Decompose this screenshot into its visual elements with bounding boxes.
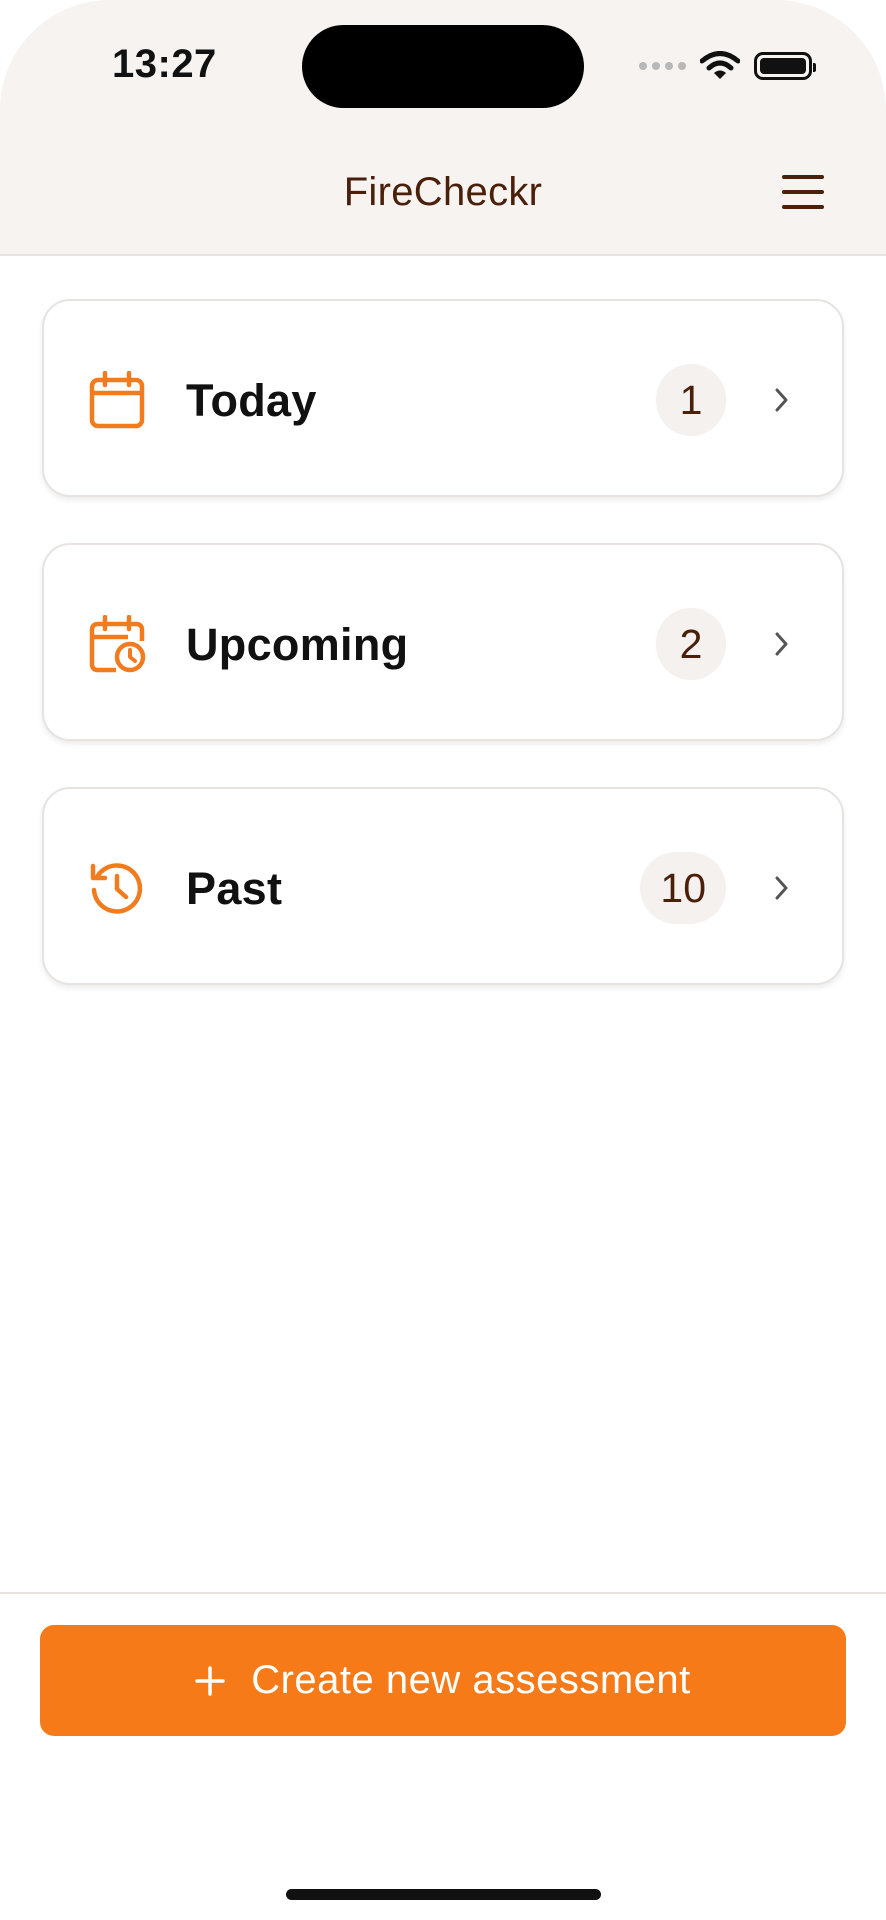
calendar-icon — [89, 371, 145, 429]
home-indicator[interactable] — [286, 1889, 601, 1900]
upcoming-card[interactable]: Upcoming 2 — [42, 543, 844, 741]
status-time: 13:27 — [112, 42, 217, 86]
create-assessment-label: Create new assessment — [251, 1658, 691, 1702]
upcoming-label: Upcoming — [186, 619, 409, 670]
today-count-badge: 1 — [656, 364, 726, 436]
chevron-right-icon — [775, 632, 788, 656]
past-card[interactable]: Past 10 — [42, 787, 844, 985]
chevron-right-icon — [775, 876, 788, 900]
screen: 13:27 FireCheckr Today 1 Upcoming 2 Past… — [0, 0, 886, 1920]
history-icon — [90, 863, 143, 914]
past-label: Past — [186, 863, 283, 914]
app-title: FireCheckr — [343, 170, 543, 214]
app-header: 13:27 FireCheckr — [0, 0, 886, 256]
chevron-right-icon — [775, 388, 788, 412]
upcoming-count-badge: 2 — [656, 608, 726, 680]
today-card[interactable]: Today 1 — [42, 299, 844, 497]
status-icons — [639, 48, 816, 84]
battery-icon — [754, 52, 816, 80]
dynamic-island — [302, 25, 584, 108]
past-count-badge: 10 — [640, 852, 726, 924]
wifi-icon — [700, 51, 740, 79]
today-label: Today — [186, 375, 317, 426]
create-assessment-button[interactable]: Create new assessment — [40, 1625, 846, 1736]
plus-icon — [195, 1665, 225, 1696]
signal-icon — [639, 62, 686, 70]
calendar-clock-icon — [89, 615, 146, 673]
hamburger-menu-icon[interactable] — [782, 172, 824, 212]
footer-divider — [0, 1592, 886, 1594]
